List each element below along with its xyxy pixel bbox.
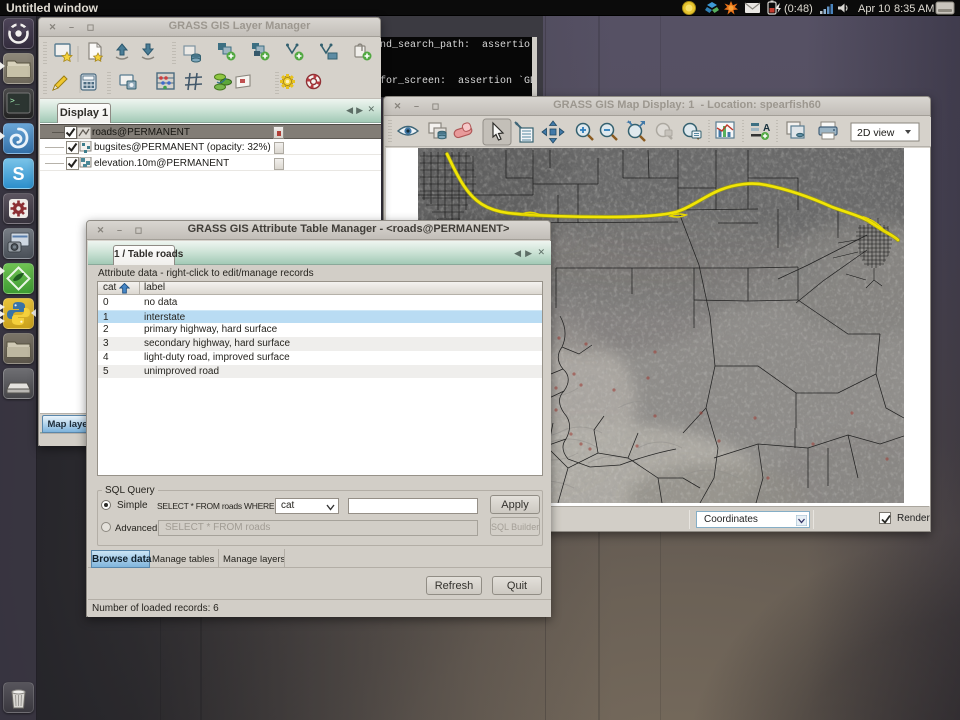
svg-text:8:35 AM: 8:35 AM — [894, 3, 934, 15]
svg-text:Apr 10: Apr 10 — [858, 3, 890, 15]
svg-text:>_: >_ — [10, 96, 20, 105]
svg-text:2D view: 2D view — [857, 127, 895, 139]
svg-text:S: S — [12, 164, 24, 184]
svg-text:(0:48): (0:48) — [784, 3, 813, 15]
